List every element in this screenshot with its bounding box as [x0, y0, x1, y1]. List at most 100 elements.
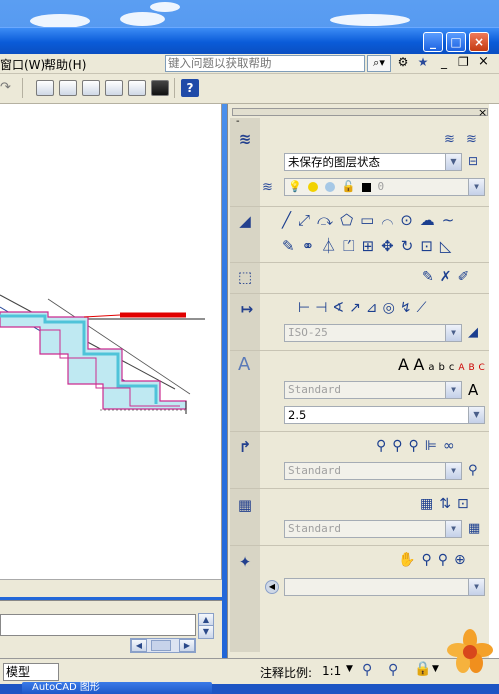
- properties-icon[interactable]: [59, 80, 77, 96]
- polyline-icon[interactable]: ⤼: [317, 211, 340, 229]
- doc-restore-button[interactable]: ❐: [458, 55, 469, 69]
- stretch-icon[interactable]: ◺: [440, 237, 459, 255]
- annotation-visibility-icon[interactable]: ⚲: [362, 662, 372, 678]
- palette-close-icon[interactable]: ×: [478, 106, 487, 119]
- scroll-thumb[interactable]: [151, 640, 171, 651]
- multiline-text-icon[interactable]: A: [398, 355, 413, 374]
- text-style-manager-icon[interactable]: A: [468, 381, 484, 399]
- maximize-button[interactable]: □: [446, 32, 466, 52]
- tool-palettes-icon[interactable]: [105, 80, 123, 96]
- auto-scale-icon[interactable]: ⚲: [388, 662, 398, 678]
- line-icon[interactable]: ╱: [282, 211, 298, 229]
- draw-tools-row-2[interactable]: ✎⚭⏃⏍⊞✥↻⊡◺: [282, 235, 482, 255]
- add-leader-icon[interactable]: ⚲: [392, 438, 408, 454]
- table-link-icon[interactable]: ⇅: [439, 496, 457, 512]
- revcloud-icon[interactable]: ☁: [420, 211, 442, 229]
- dimension-style-select[interactable]: ISO-25 ▼: [284, 324, 462, 342]
- communication-center-icon[interactable]: ⚙: [393, 55, 413, 72]
- mirror-icon[interactable]: ⏃: [321, 237, 343, 255]
- doc-close-button[interactable]: ×: [478, 54, 489, 69]
- scale-icon[interactable]: ⊡: [420, 237, 440, 255]
- chevron-down-icon[interactable]: ▼: [346, 664, 353, 674]
- window-title-bar[interactable]: _ □ ×: [0, 27, 499, 54]
- arc-icon[interactable]: ⌒: [381, 211, 400, 229]
- spell-check-icon[interactable]: ABC: [458, 363, 488, 373]
- insert-block-icon[interactable]: ✎: [422, 269, 440, 285]
- previous-view-icon[interactable]: ◀: [265, 580, 279, 594]
- doc-minimize-button[interactable]: _: [441, 55, 447, 69]
- multileader-style-select[interactable]: Standard ▼: [284, 462, 462, 480]
- leader-icon[interactable]: ↯: [400, 300, 417, 316]
- zoom-window-icon[interactable]: ⚲: [438, 552, 454, 568]
- create-block-icon[interactable]: ✗: [440, 269, 458, 285]
- construction-line-icon[interactable]: ⤢: [298, 211, 317, 229]
- aligned-dim-icon[interactable]: ⊣: [315, 300, 332, 316]
- close-button[interactable]: ×: [469, 32, 489, 52]
- rectangle-icon[interactable]: ▭: [360, 211, 381, 229]
- menu-help[interactable]: 帮助(H): [44, 56, 86, 73]
- scroll-left-button[interactable]: ◀: [131, 639, 147, 652]
- layer-select[interactable]: 💡 🔓 0 ▼: [284, 178, 485, 196]
- dimension-tools[interactable]: ⊢⊣∢↗⊿◎↯⟋: [298, 300, 488, 316]
- collect-leaders-icon[interactable]: ∞: [443, 438, 461, 454]
- named-view-select[interactable]: ▼: [284, 578, 485, 596]
- palette-menu-icon[interactable]: -: [236, 116, 240, 127]
- make-current-icon[interactable]: ≋: [262, 180, 280, 196]
- table-tools[interactable]: ▦⇅⊡: [420, 496, 488, 512]
- layer-state-select[interactable]: 未保存的图层状态 ▼: [284, 153, 462, 171]
- multileader-tools[interactable]: ⚲⚲⚲⊫∞: [376, 438, 488, 454]
- multileader-icon[interactable]: ⚲: [376, 438, 392, 454]
- zoom-icon[interactable]: ⊕: [454, 552, 472, 568]
- dimension-style-manager-icon[interactable]: ◢: [468, 325, 484, 341]
- drawing-scrollbar[interactable]: [0, 579, 222, 597]
- layer-manager-icon[interactable]: ≋: [466, 132, 484, 148]
- insert-table-icon[interactable]: ▦: [420, 496, 439, 512]
- palette-grip[interactable]: [232, 108, 488, 116]
- command-hscroll[interactable]: ◀ ▶: [130, 638, 196, 653]
- redo-icon[interactable]: ↷: [0, 80, 16, 96]
- pan-icon[interactable]: [36, 80, 54, 96]
- calculator-icon[interactable]: [151, 80, 169, 96]
- multileader-style-manager-icon[interactable]: ⚲: [468, 463, 484, 479]
- text-height-select[interactable]: 2.5 ▼: [284, 406, 485, 424]
- text-tools[interactable]: AAabcABC: [398, 355, 490, 374]
- model-tab[interactable]: 模型: [3, 663, 59, 681]
- help-search-input[interactable]: [165, 55, 365, 72]
- remove-leader-icon[interactable]: ⚲: [409, 438, 425, 454]
- radius-dim-icon[interactable]: ↗: [349, 300, 366, 316]
- scroll-right-button[interactable]: ▶: [179, 639, 195, 652]
- annotation-scale-value[interactable]: 1:1: [322, 664, 341, 678]
- offset-icon[interactable]: ⏍: [343, 237, 361, 255]
- move-icon[interactable]: ✥: [381, 237, 401, 255]
- save-layer-state-icon[interactable]: ⊟: [468, 154, 484, 170]
- edit-block-icon[interactable]: ✐: [457, 269, 475, 285]
- menu-window[interactable]: 窗口(W): [0, 56, 45, 73]
- chevron-down-icon[interactable]: ▼: [432, 664, 439, 674]
- taskbar-item[interactable]: AutoCAD 图形: [22, 682, 212, 694]
- lock-icon[interactable]: 🔒: [414, 661, 431, 677]
- command-line[interactable]: [0, 614, 196, 636]
- align-leaders-icon[interactable]: ⊫: [425, 438, 443, 454]
- erase-icon[interactable]: ✎: [282, 237, 302, 255]
- circle-icon[interactable]: ⊙: [400, 211, 420, 229]
- block-tools[interactable]: ✎✗✐: [422, 269, 486, 285]
- linear-dim-icon[interactable]: ⊢: [298, 300, 315, 316]
- favorites-icon[interactable]: ★: [414, 55, 432, 72]
- scroll-down-button[interactable]: ▼: [198, 625, 214, 639]
- table-export-icon[interactable]: ⊡: [457, 496, 475, 512]
- drawing-canvas[interactable]: [0, 104, 222, 579]
- tolerance-icon[interactable]: ⟋: [417, 300, 432, 316]
- polygon-icon[interactable]: ⬠: [340, 211, 360, 229]
- array-icon[interactable]: ⊞: [362, 237, 382, 255]
- draw-tools-row-1[interactable]: ╱⤢⤼⬠▭⌒⊙☁∼: [282, 211, 482, 231]
- design-center-icon[interactable]: [82, 80, 100, 96]
- sheet-set-icon[interactable]: [128, 80, 146, 96]
- pan-realtime-icon[interactable]: ✋: [398, 552, 421, 568]
- spline-icon[interactable]: ∼: [442, 211, 462, 229]
- navigate-tools[interactable]: ✋⚲⚲⊕: [398, 552, 488, 568]
- help-icon[interactable]: ?: [181, 79, 199, 97]
- minimize-button[interactable]: _: [423, 32, 443, 52]
- copy-icon[interactable]: ⚭: [302, 237, 322, 255]
- text-style-select[interactable]: Standard ▼: [284, 381, 462, 399]
- rotate-icon[interactable]: ↻: [401, 237, 421, 255]
